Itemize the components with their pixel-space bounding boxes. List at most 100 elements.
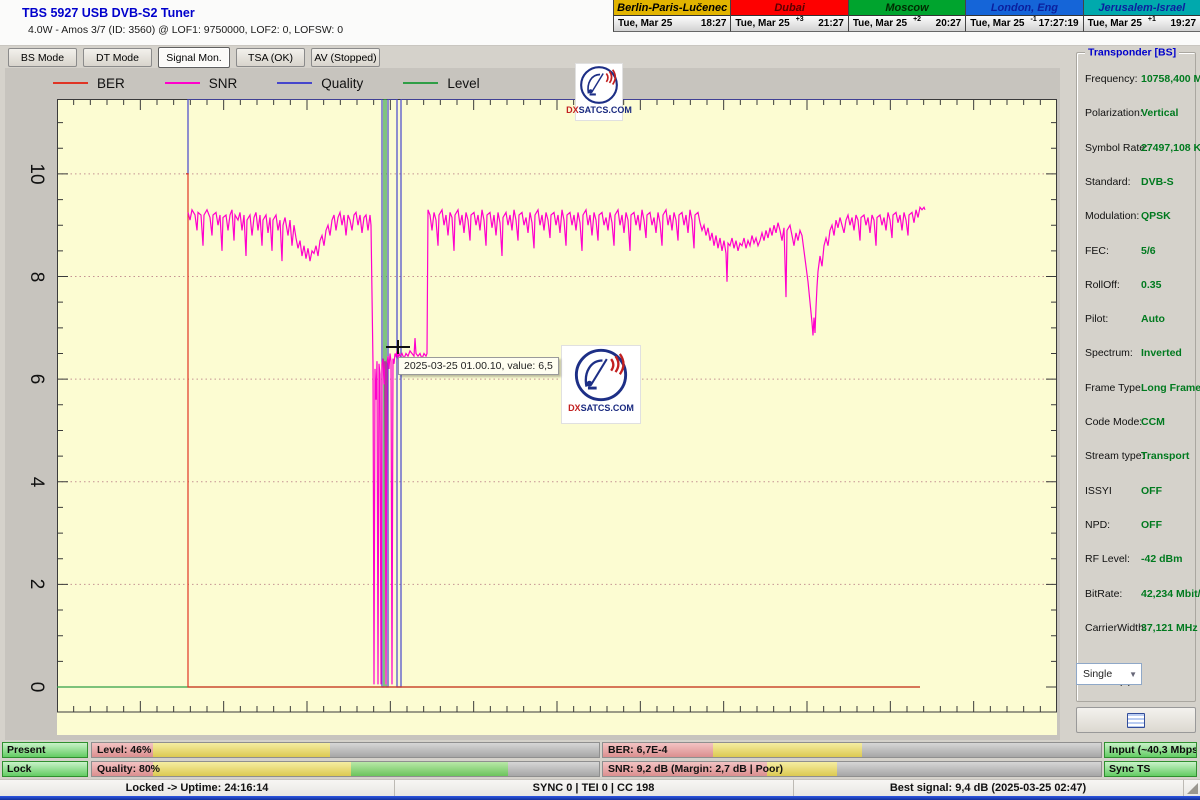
transponder-row: NPD:OFF (1085, 519, 1189, 531)
transponder-row-value: CCM (1141, 416, 1165, 428)
tab-bar: BS Mode DT Mode Signal Mon. TSA (OK) AV (Sto… (8, 48, 380, 68)
transponder-row-value: Vertical (1141, 107, 1178, 119)
clock-time-display: Tue, Mar 25+321:27 (731, 16, 847, 31)
y-axis-tick-label: 4 (25, 463, 47, 501)
progress-bar: SNR: 9,2 dB (Margin: 2,7 dB | Poor) (602, 761, 1102, 777)
progress-bar: Quality: 80% (91, 761, 600, 777)
mis-dropdown[interactable]: Single ▼ (1076, 663, 1142, 685)
transponder-row: Polarization:Vertical (1085, 107, 1189, 119)
legend-line-swatch (53, 82, 88, 84)
signal-monitor-panel: BER SNR Quality Level 2025-03-25 01.00.10, … (5, 68, 1060, 740)
clock-utc-offset: +3 (796, 16, 804, 23)
clock-city-label: Berlin-Paris-Lučenec (614, 0, 730, 16)
transponder-row-value: DVB-S (1141, 176, 1174, 188)
clock-time-display: Tue, Mar 25+119:27 (1084, 16, 1200, 31)
taskbar-edge (0, 796, 1200, 800)
status-section: Locked -> Uptime: 24:16:14 (0, 780, 395, 796)
transponder-row-label: ISSYI (1085, 485, 1112, 497)
progress-segment-yellow (153, 762, 351, 776)
clock-widget: DubaiTue, Mar 25+321:27 (730, 0, 847, 32)
app-window: TBS 5927 USB DVB-S2 Tuner 4.0W - Amos 3/… (0, 0, 1200, 800)
clock-widget: MoscowTue, Mar 25+220:27 (848, 0, 965, 32)
transponder-row-label: Symbol Rate: (1085, 142, 1148, 154)
transponder-sidebar: Transponder [BS] Frequency:10758,400 MHz… (1064, 45, 1200, 800)
legend-item-snr: SNR (165, 76, 238, 91)
transponder-row: RollOff:0.35 (1085, 279, 1189, 291)
series-ber (186, 174, 920, 687)
app-title: TBS 5927 USB DVB-S2 Tuner (22, 6, 195, 20)
progress-bar-label: SNR: 9,2 dB (Margin: 2,7 dB | Poor) (608, 763, 783, 775)
clock-city-label: London, Eng (966, 0, 1082, 16)
transponder-row: Stream type:Transport (1085, 450, 1189, 462)
indicator-sync-ts: Sync TS (1104, 761, 1197, 777)
status-bar: Locked -> Uptime: 24:16:14SYNC 0 | TEI 0… (0, 779, 1200, 797)
clock-date: Tue, Mar 25 (970, 18, 1024, 29)
clock-city-label: Dubai (731, 0, 847, 16)
transponder-row: Frequency:10758,400 MHz (1085, 73, 1189, 85)
transponder-row: Standard: DVB-S (1085, 176, 1189, 188)
clock-utc-offset: +1 (1148, 16, 1156, 23)
transponder-row-label: Code Mode: (1085, 416, 1142, 428)
legend-item-level: Level (403, 76, 479, 91)
transponder-row-label: Modulation: (1085, 210, 1139, 222)
clock-utc-offset: -1 (1031, 16, 1037, 23)
transponder-row-value: 0.35 (1141, 279, 1161, 291)
tab-bs-mode[interactable]: BS Mode (8, 48, 77, 67)
transponder-row: Spectrum:Inverted (1085, 347, 1189, 359)
crosshair-icon (397, 340, 399, 354)
transponder-row-value: OFF (1141, 485, 1162, 497)
clock-time-display: Tue, Mar 25 -117:27:19 (966, 16, 1082, 31)
transponder-row: Code Mode:CCM (1085, 416, 1189, 428)
world-clocks: Berlin-Paris-LučenecTue, Mar 2518:27Duba… (613, 0, 1200, 32)
watermark-dx: DX (566, 105, 579, 115)
transponder-row-label: Frequency: (1085, 73, 1138, 85)
watermark-text: DXSATCS.COM (568, 404, 634, 413)
clock-city-label: Jerusalem-Israel (1084, 0, 1200, 16)
transponder-row-label: CarrierWidth: (1085, 622, 1147, 634)
progress-segment-yellow (153, 743, 330, 757)
transponder-row-value: Transport (1141, 450, 1189, 462)
transponder-row-label: Standard: (1085, 176, 1131, 188)
transponder-row-value: 10758,400 MHz (1141, 73, 1200, 85)
mis-selected-value: Single (1083, 668, 1112, 680)
transponder-row-label: Pilot: (1085, 313, 1108, 325)
transponder-row-value: Auto (1141, 313, 1165, 325)
transponder-groupbox: Transponder [BS] Frequency:10758,400 MHz… (1076, 52, 1196, 702)
tab-dt-mode[interactable]: DT Mode (83, 48, 152, 67)
dxsatcs-watermark-small: DXSATCS.COM (575, 63, 623, 121)
tab-av-stopped-[interactable]: AV (Stopped) (311, 48, 380, 67)
signal-chart-plot[interactable]: 2025-03-25 01.00.10, value: 6,5 (57, 99, 1057, 735)
transponder-row-label: NPD: (1085, 519, 1110, 531)
y-axis-tick-label: 8 (25, 258, 47, 296)
save-chart-button[interactable] (1076, 707, 1196, 733)
progress-bar-label: BER: 6,7E-4 (608, 744, 668, 756)
resize-grip[interactable] (1187, 783, 1198, 794)
dxsatcs-watermark-large: DXSATCS.COM (561, 345, 641, 424)
transponder-row-label: BitRate: (1085, 588, 1122, 600)
transponder-groupbox-title: Transponder [BS] (1085, 46, 1179, 58)
status-section: Best signal: 9,4 dB (2025-03-25 02:47) (793, 780, 1184, 796)
progress-bar: Level: 46% (91, 742, 600, 758)
clock-widget: Berlin-Paris-LučenecTue, Mar 2518:27 (613, 0, 730, 32)
tab-tsa-ok-[interactable]: TSA (OK) (236, 48, 305, 67)
transponder-row-value: 37,121 MHz (1141, 622, 1198, 634)
status-section: SYNC 0 | TEI 0 | CC 198 (394, 780, 794, 796)
clock-time: 18:27 (701, 18, 727, 29)
chevron-down-icon: ▼ (1129, 670, 1141, 679)
indicator-present: Present (2, 742, 88, 758)
legend-line-swatch (403, 82, 438, 84)
clock-time: 21:27 (818, 18, 844, 29)
clock-time: 17:27:19 (1039, 18, 1079, 29)
clock-time: 19:27 (1170, 18, 1196, 29)
legend-label: BER (97, 76, 125, 91)
transponder-row: Modulation:QPSK (1085, 210, 1189, 222)
legend-line-swatch (277, 82, 312, 84)
clock-utc-offset: +2 (913, 16, 921, 23)
legend-item-quality: Quality (277, 76, 363, 91)
clock-date: Tue, Mar 25 (853, 18, 907, 29)
watermark-text: DXSATCS.COM (566, 106, 632, 115)
transponder-row-value: 5/6 (1141, 245, 1156, 257)
series-snr (188, 207, 925, 684)
tab-signal-mon-[interactable]: Signal Mon. (158, 47, 230, 68)
transponder-row: ISSYI OFF (1085, 485, 1189, 497)
